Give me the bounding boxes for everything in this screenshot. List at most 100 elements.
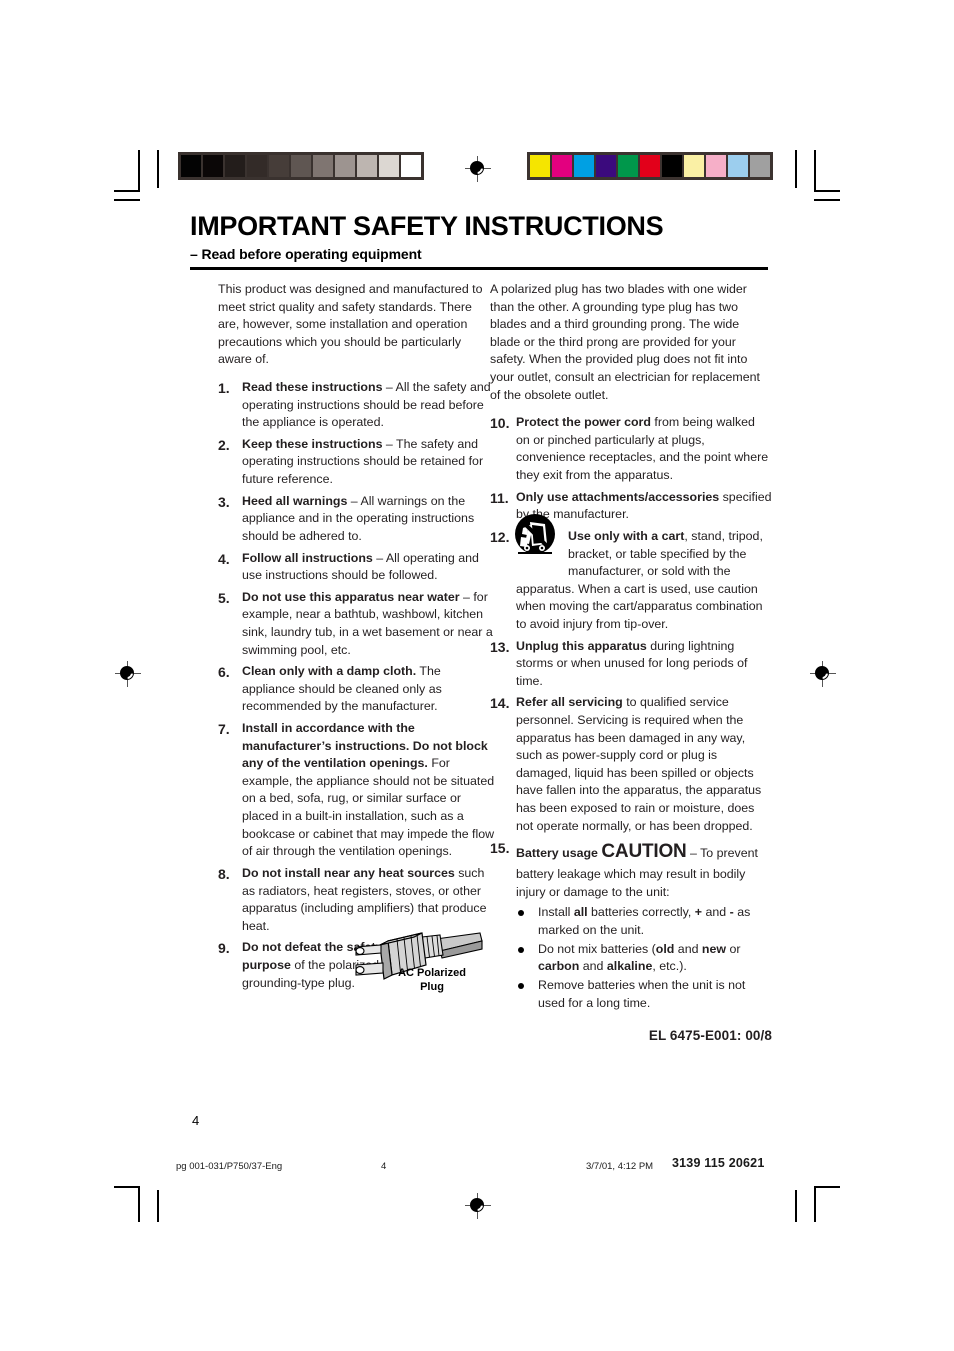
swatch (335, 155, 355, 177)
plug-figure-caption: AC Polarized Plug (382, 967, 482, 995)
footer-file-name: pg 001-031/P750/37-Eng (176, 1161, 283, 1172)
bullet-text: and (579, 959, 607, 974)
swatch (269, 155, 289, 177)
bullet-text: Install (538, 905, 574, 920)
plug-caption-line-2: Plug (420, 980, 444, 993)
header: IMPORTANT SAFETY INSTRUCTIONS – Read bef… (190, 212, 768, 270)
bullet-emphasis: alkaline (606, 959, 653, 974)
item-number: 3. (218, 493, 230, 510)
swatch (357, 155, 377, 177)
swatch (225, 155, 245, 177)
bullet-emphasis: new (701, 941, 727, 956)
swatch (728, 155, 748, 177)
swatch (530, 155, 550, 177)
footer-part-number: 3139 115 20621 (672, 1156, 765, 1170)
item-number: 5. (218, 589, 230, 606)
swatch (618, 155, 638, 177)
bullet-text: , etc.). (652, 959, 687, 974)
swatch (552, 155, 572, 177)
page-subtitle: – Read before operating equipment (190, 246, 422, 263)
swatch (379, 155, 399, 177)
bullet-text: Remove batteries when the unit is not us… (538, 977, 746, 1010)
crop-mark-bottom-right-vertical (814, 1186, 816, 1222)
crop-mark-top-left-horizontal (114, 190, 140, 192)
swatch (750, 155, 770, 177)
item-lead: Do not install near any heat sources (242, 865, 455, 880)
document-code: EL 6475-E001: 00/8 (648, 1028, 772, 1044)
item-lead: Read these instructions (242, 380, 383, 395)
item-number: 10. (490, 415, 510, 432)
bullet-text: batteries correctly, (587, 905, 695, 920)
document-page: IMPORTANT SAFETY INSTRUCTIONS – Read bef… (0, 0, 954, 1351)
item-body: to qualified service personnel. Servicin… (516, 695, 762, 833)
swatch (596, 155, 616, 177)
right-intro-paragraph: A polarized plug has two blades with one… (490, 282, 760, 402)
item-lead: Install in accordance with the manufactu… (242, 721, 488, 771)
item-lead: Unplug this apparatus (516, 638, 647, 653)
crop-mark-top-left-outer-horizontal (114, 199, 140, 201)
item-lead: Protect the power cord (516, 415, 651, 430)
caution-label: CAUTION (601, 841, 687, 863)
list-item: Do not mix batteries (old and new or car… (516, 941, 772, 976)
list-item: 7. Install in accordance with the manufac… (218, 720, 496, 861)
list-item-battery: 15. Battery usage CAUTION – To prevent ba… (490, 839, 772, 1012)
crop-mark-bottom-left-vertical (138, 1186, 140, 1222)
bullet-emphasis: carbon (538, 959, 580, 974)
list-item: 13. Unplug this apparatus during lightnin… (490, 638, 772, 691)
item-number: 8. (218, 865, 230, 882)
swatch (684, 155, 704, 177)
process-color-bar (527, 152, 773, 180)
list-item: 4. Follow all instructions – All operatin… (218, 550, 496, 585)
battery-bullets: Install all batteries correctly, + and -… (516, 904, 772, 1012)
swatch (181, 155, 201, 177)
bullet-text: and (702, 905, 730, 920)
item-number: 13. (490, 638, 510, 655)
swatch (401, 155, 421, 177)
bullet-text: or (726, 941, 741, 956)
no-cart-warning-icon (512, 513, 558, 559)
item-number: 15. (490, 840, 510, 857)
intro-paragraph: This product was designed and manufactur… (218, 282, 483, 367)
list-item: Remove batteries when the unit is not us… (516, 977, 772, 1012)
item-number: 7. (218, 721, 230, 738)
swatch (662, 155, 682, 177)
swatch (313, 155, 333, 177)
crop-mark-top-right-outer-horizontal (814, 199, 840, 201)
item-lead: Use only with a cart (568, 528, 685, 543)
crop-mark-bottom-right-outer-vertical (795, 1190, 797, 1222)
crop-mark-bottom-left-outer-vertical (157, 1190, 159, 1222)
crop-mark-top-right-horizontal (814, 190, 840, 192)
page-number: 4 (192, 1113, 200, 1128)
safety-items-left: 1. Read these instructions – All the safe… (218, 379, 496, 992)
bullet-emphasis: old (655, 941, 675, 956)
crop-mark-top-right-outer-vertical (795, 150, 797, 188)
crop-mark-top-left-vertical (138, 150, 140, 192)
item-lead: Clean only with a damp cloth. (242, 664, 417, 679)
registration-target-icon (465, 156, 491, 182)
swatch (706, 155, 726, 177)
safety-items-right: 10. Protect the power cord from being wal… (490, 414, 772, 1012)
bullet-text: Do not mix batteries ( (538, 941, 656, 956)
plug-caption-line-1: AC Polarized (398, 967, 466, 979)
list-item: 1. Read these instructions – All the safe… (218, 379, 496, 432)
footer-timestamp: 3/7/01, 4:12 PM (586, 1161, 654, 1172)
item-number: 1. (218, 380, 230, 397)
crop-mark-bottom-right-horizontal (814, 1186, 840, 1188)
item-number: 11. (490, 489, 509, 506)
item-number: 9. (218, 940, 230, 957)
list-item: 2. Keep these instructions – The safety a… (218, 436, 496, 489)
list-item: 6. Clean only with a damp cloth. The appl… (218, 663, 496, 716)
bullet-text: and (674, 941, 702, 956)
registration-target-bottom-icon (465, 1193, 491, 1219)
crop-mark-top-right-vertical (814, 150, 816, 192)
item-number: 2. (218, 436, 230, 453)
item-lead: Only use attachments/accessories (516, 489, 720, 504)
list-item: 3. Heed all warnings – All warnings on th… (218, 493, 496, 546)
left-column: This product was designed and manufactur… (218, 281, 496, 996)
page-title: IMPORTANT SAFETY INSTRUCTIONS (190, 211, 664, 241)
list-item: Install all batteries correctly, + and -… (516, 904, 772, 939)
item-lead: Keep these instructions (242, 436, 383, 451)
list-item: 10. Protect the power cord from being wal… (490, 414, 772, 484)
swatch (640, 155, 660, 177)
item-number: 4. (218, 550, 230, 567)
